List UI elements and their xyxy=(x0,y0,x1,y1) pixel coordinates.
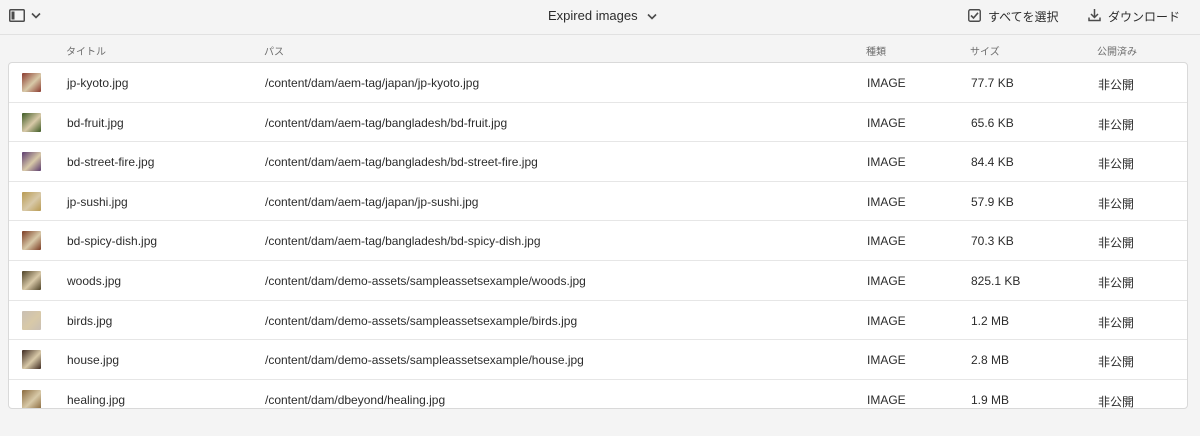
asset-path: /content/dam/demo-assets/sampleassetsexa… xyxy=(265,273,586,288)
asset-path: /content/dam/aem-tag/bangladesh/bd-stree… xyxy=(265,155,538,170)
asset-published-status: 非公開 xyxy=(1098,394,1135,409)
download-label: ダウンロード xyxy=(1108,10,1181,24)
chevron-down-icon xyxy=(31,12,41,19)
column-header-path[interactable]: パス xyxy=(264,43,284,58)
asset-published-status: 非公開 xyxy=(1098,196,1135,211)
asset-thumbnail xyxy=(22,389,41,408)
asset-type: IMAGE xyxy=(867,353,906,368)
asset-title: bd-street-fire.jpg xyxy=(67,155,155,170)
asset-type: IMAGE xyxy=(867,273,906,288)
asset-published-status: 非公開 xyxy=(1098,275,1135,290)
asset-thumbnail xyxy=(22,191,41,211)
table-row[interactable]: birds.jpg /content/dam/demo-assets/sampl… xyxy=(9,301,1187,341)
asset-published-status: 非公開 xyxy=(1098,355,1135,370)
select-all-icon xyxy=(968,8,981,25)
asset-type: IMAGE xyxy=(867,115,906,130)
asset-path: /content/dam/dbeyond/healing.jpg xyxy=(265,392,446,407)
asset-title: birds.jpg xyxy=(67,313,113,328)
asset-path: /content/dam/demo-assets/sampleassetsexa… xyxy=(265,313,578,328)
column-headers: タイトル パス 種類 サイズ 公開済み xyxy=(0,40,1200,58)
asset-type: IMAGE xyxy=(867,234,906,249)
asset-list-table: jp-kyoto.jpg /content/dam/aem-tag/japan/… xyxy=(8,62,1188,409)
asset-type: IMAGE xyxy=(867,155,906,170)
asset-size: 65.6 KB xyxy=(971,115,1014,130)
asset-size: 2.8 MB xyxy=(971,353,1010,368)
table-row[interactable]: woods.jpg /content/dam/demo-assets/sampl… xyxy=(9,261,1187,301)
table-row[interactable]: bd-spicy-dish.jpg /content/dam/aem-tag/b… xyxy=(9,221,1187,261)
asset-thumbnail xyxy=(22,350,41,370)
asset-path: /content/dam/demo-assets/sampleassetsexa… xyxy=(265,353,584,368)
asset-size: 84.4 KB xyxy=(971,155,1014,170)
asset-title: bd-spicy-dish.jpg xyxy=(67,234,158,249)
asset-size: 825.1 KB xyxy=(971,273,1021,288)
chevron-down-icon xyxy=(647,8,657,23)
table-row[interactable]: house.jpg /content/dam/demo-assets/sampl… xyxy=(9,340,1187,380)
asset-size: 57.9 KB xyxy=(971,194,1014,209)
download-button[interactable]: ダウンロード xyxy=(1088,8,1180,25)
table-row[interactable]: bd-fruit.jpg /content/dam/aem-tag/bangla… xyxy=(9,103,1187,143)
select-all-label: すべてを選択 xyxy=(988,10,1059,24)
asset-published-status: 非公開 xyxy=(1098,236,1135,251)
table-row[interactable]: jp-kyoto.jpg /content/dam/aem-tag/japan/… xyxy=(9,63,1187,103)
asset-published-status: 非公開 xyxy=(1098,157,1135,172)
select-all-button[interactable]: すべてを選択 xyxy=(968,8,1058,25)
asset-size: 77.7 KB xyxy=(971,76,1014,90)
asset-title: woods.jpg xyxy=(67,273,122,288)
asset-path: /content/dam/aem-tag/japan/jp-kyoto.jpg xyxy=(265,76,480,90)
asset-title: jp-sushi.jpg xyxy=(67,194,128,209)
asset-published-status: 非公開 xyxy=(1098,117,1135,132)
table-row[interactable]: bd-street-fire.jpg /content/dam/aem-tag/… xyxy=(9,142,1187,182)
table-row[interactable]: jp-sushi.jpg /content/dam/aem-tag/japan/… xyxy=(9,182,1187,222)
asset-thumbnail xyxy=(22,310,41,330)
sidebar-panel-icon xyxy=(9,9,25,22)
asset-path: /content/dam/aem-tag/japan/jp-sushi.jpg xyxy=(265,194,479,209)
collection-title-dropdown[interactable]: Expired images xyxy=(548,8,657,23)
asset-published-status: 非公開 xyxy=(1098,78,1135,92)
column-header-size[interactable]: サイズ xyxy=(970,43,1000,58)
asset-type: IMAGE xyxy=(867,313,906,328)
asset-type: IMAGE xyxy=(867,392,906,407)
column-header-type[interactable]: 種類 xyxy=(866,43,886,58)
column-header-published[interactable]: 公開済み xyxy=(1097,43,1137,58)
asset-thumbnail xyxy=(22,270,41,290)
asset-title: bd-fruit.jpg xyxy=(67,115,124,130)
asset-title: healing.jpg xyxy=(67,392,126,407)
column-header-title[interactable]: タイトル xyxy=(66,43,106,58)
asset-path: /content/dam/aem-tag/bangladesh/bd-spicy… xyxy=(265,234,541,249)
asset-thumbnail xyxy=(22,112,41,132)
asset-size: 1.2 MB xyxy=(971,313,1010,328)
asset-title: jp-kyoto.jpg xyxy=(67,76,129,90)
rail-toggle-button[interactable] xyxy=(9,9,41,22)
asset-title: house.jpg xyxy=(67,353,120,368)
asset-size: 1.9 MB xyxy=(971,392,1010,407)
asset-type: IMAGE xyxy=(867,194,906,209)
asset-size: 70.3 KB xyxy=(971,234,1014,249)
collection-title: Expired images xyxy=(548,8,638,23)
asset-thumbnail xyxy=(22,73,41,92)
asset-thumbnail xyxy=(22,231,41,251)
asset-path: /content/dam/aem-tag/bangladesh/bd-fruit… xyxy=(265,115,508,130)
asset-thumbnail xyxy=(22,152,41,172)
table-row[interactable]: healing.jpg /content/dam/dbeyond/healing… xyxy=(9,380,1187,409)
asset-type: IMAGE xyxy=(867,76,906,90)
asset-published-status: 非公開 xyxy=(1098,315,1135,330)
toolbar: Expired images すべてを選択 ダウンロード xyxy=(0,0,1200,35)
download-icon xyxy=(1088,8,1101,25)
